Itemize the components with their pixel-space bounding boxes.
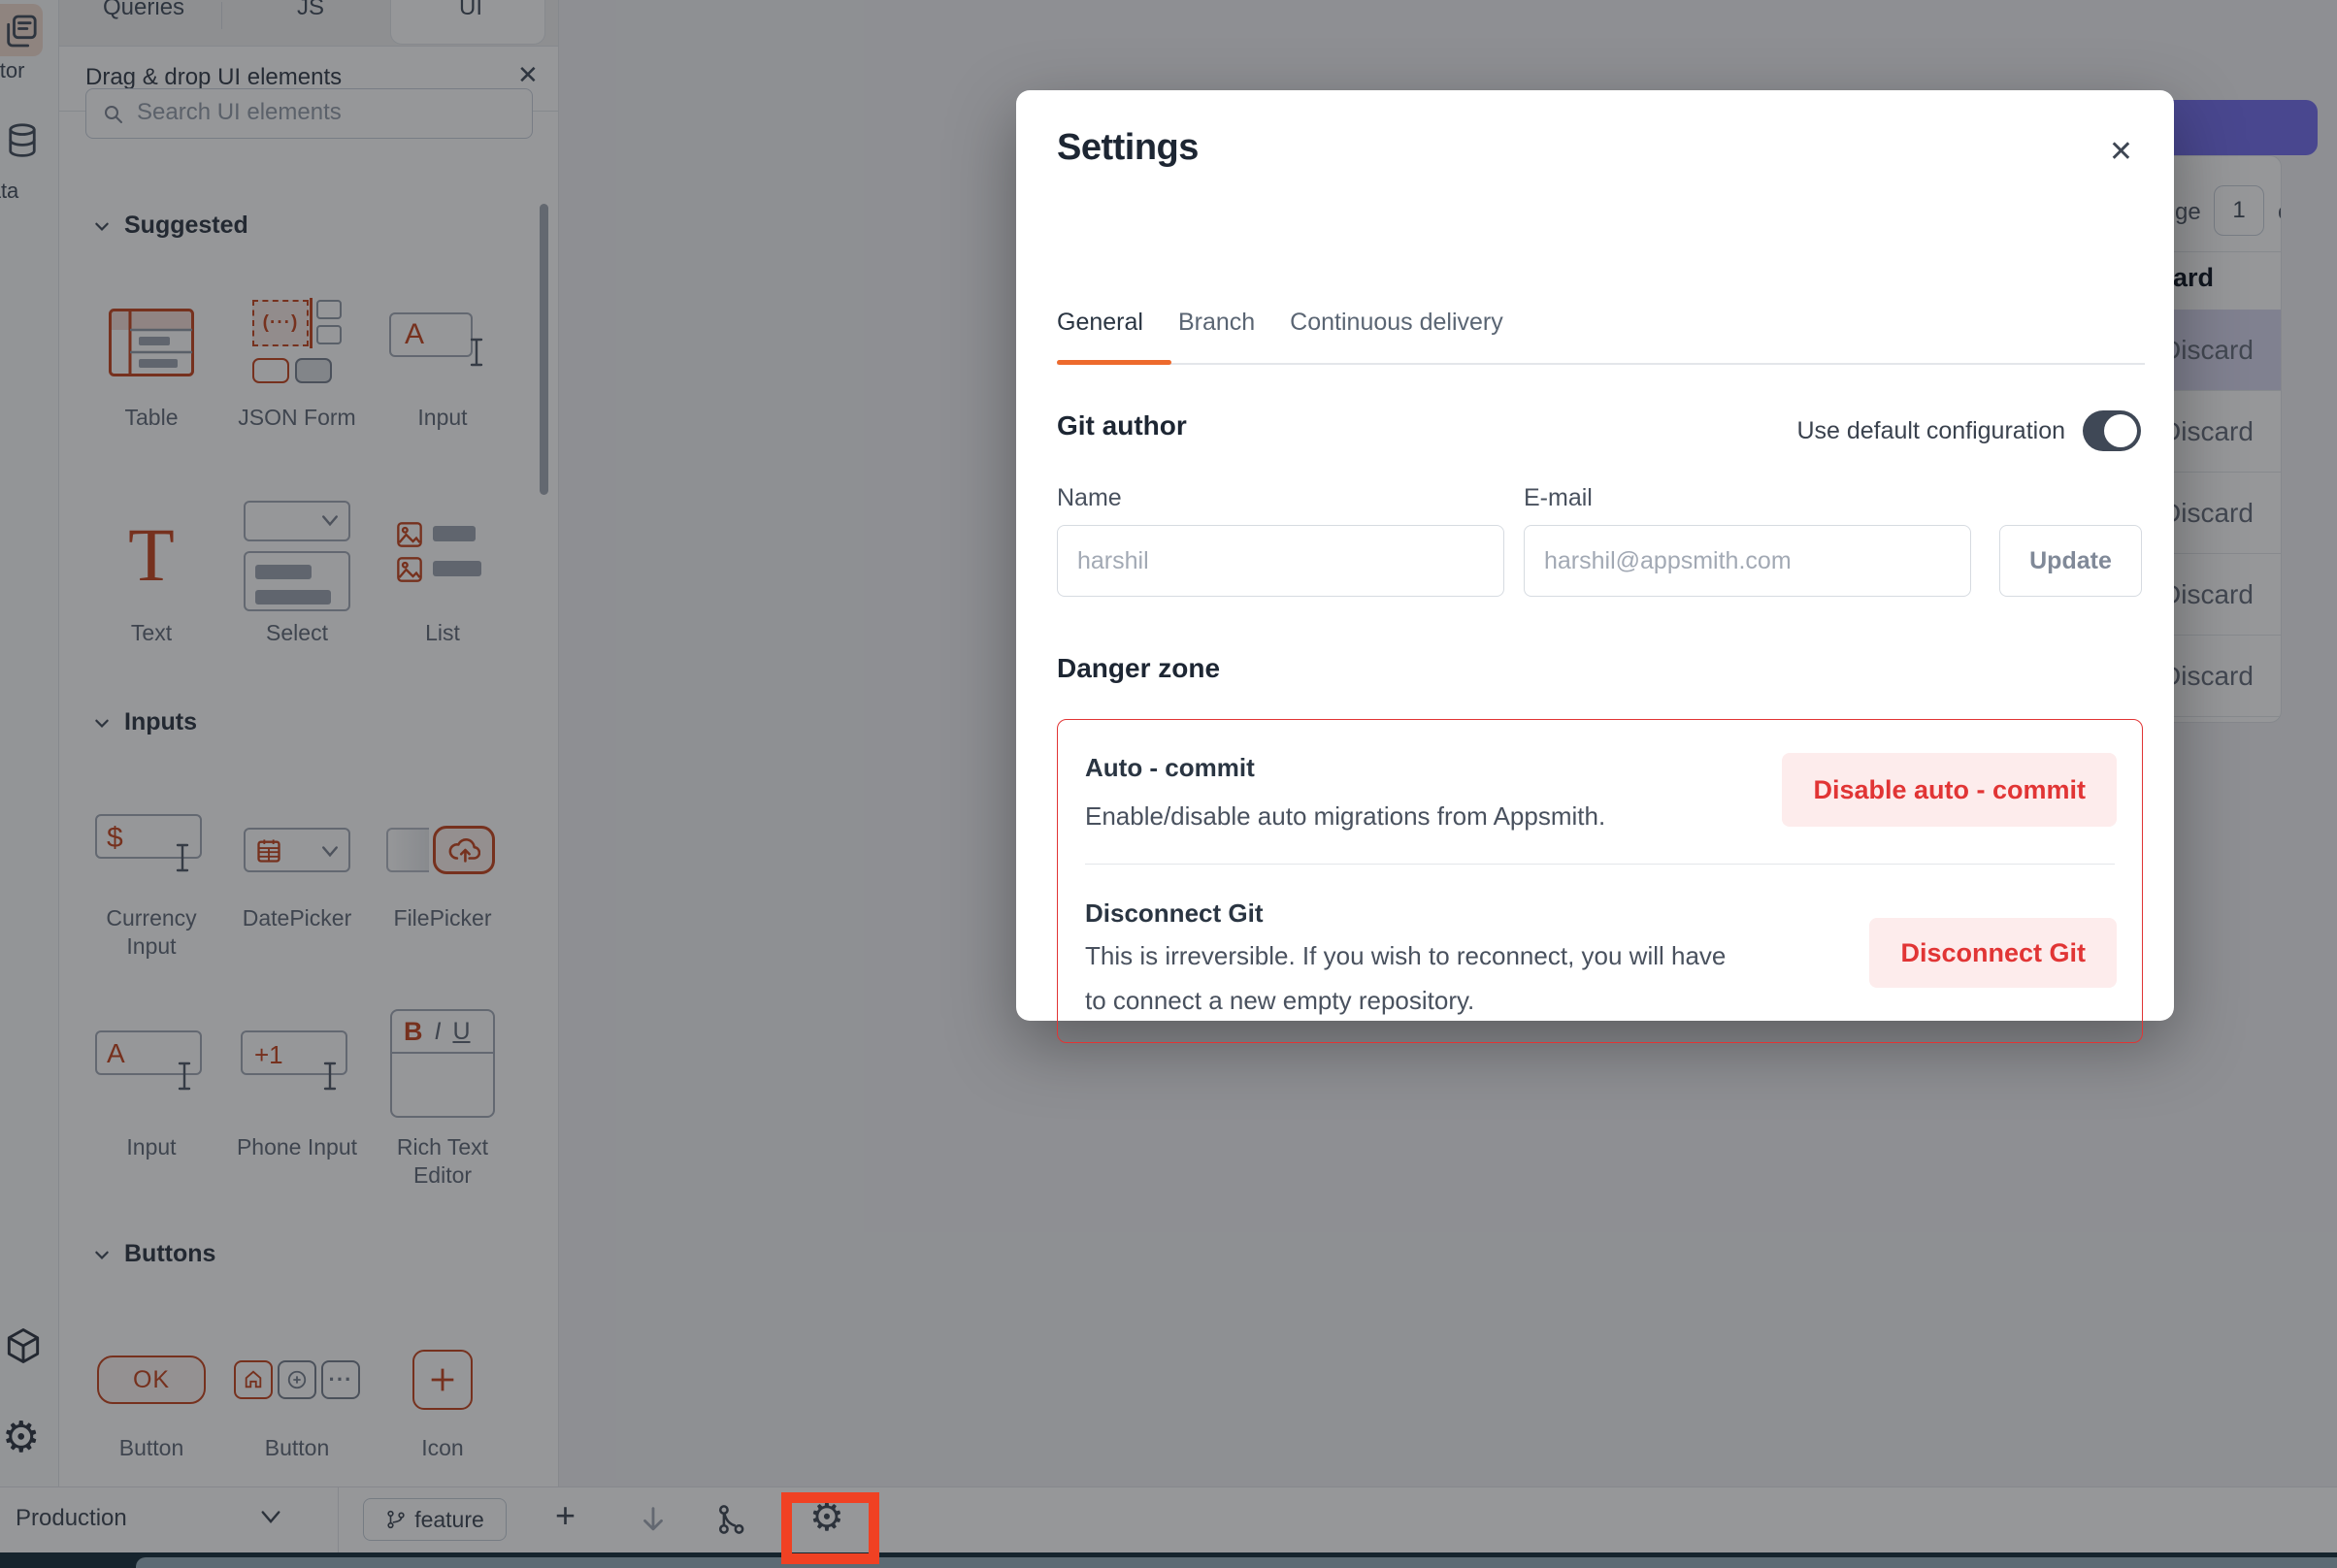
auto-commit-description: Enable/disable auto migrations from Apps… — [1085, 794, 1605, 838]
modal-title: Settings — [1057, 127, 1199, 169]
name-field[interactable] — [1057, 525, 1504, 597]
disconnect-git-button[interactable]: Disconnect Git — [1869, 918, 2117, 988]
divider — [1085, 864, 2115, 865]
tabs-divider — [1057, 363, 2145, 365]
update-button[interactable]: Update — [1999, 525, 2142, 597]
auto-commit-title: Auto - commit — [1085, 753, 1255, 783]
tab-continuous-delivery[interactable]: Continuous delivery — [1290, 309, 1503, 346]
use-default-config-label: Use default configuration — [1796, 417, 2065, 445]
email-field[interactable] — [1524, 525, 1971, 597]
git-author-heading: Git author — [1057, 410, 1187, 441]
tab-branch[interactable]: Branch — [1178, 309, 1255, 346]
app-screen: ditor ata ⚙ Queries JS UI — [0, 0, 2337, 1568]
desktop-wallpaper-strip — [0, 1552, 2337, 1568]
name-label: Name — [1057, 484, 1122, 512]
disable-auto-commit-button[interactable]: Disable auto - commit — [1782, 753, 2117, 827]
use-default-config-toggle[interactable] — [2083, 410, 2141, 451]
email-label: E-mail — [1524, 484, 1593, 512]
danger-zone-box: Auto - commit Enable/disable auto migrat… — [1057, 719, 2143, 1043]
disconnect-git-title: Disconnect Git — [1085, 898, 1263, 929]
window-edge — [136, 1557, 2337, 1568]
tab-general[interactable]: General — [1057, 309, 1143, 346]
git-settings-modal: Settings ✕ General Branch Continuous del… — [1016, 90, 2174, 1021]
disconnect-git-description: This is irreversible. If you wish to rec… — [1085, 933, 1745, 1023]
settings-tabs: General Branch Continuous delivery — [1057, 309, 1503, 346]
annotation-highlight-rectangle — [781, 1492, 879, 1564]
close-icon[interactable]: ✕ — [2109, 135, 2133, 169]
active-tab-indicator — [1057, 360, 1171, 365]
danger-zone-heading: Danger zone — [1057, 653, 1220, 684]
toggle-knob — [2104, 414, 2137, 447]
